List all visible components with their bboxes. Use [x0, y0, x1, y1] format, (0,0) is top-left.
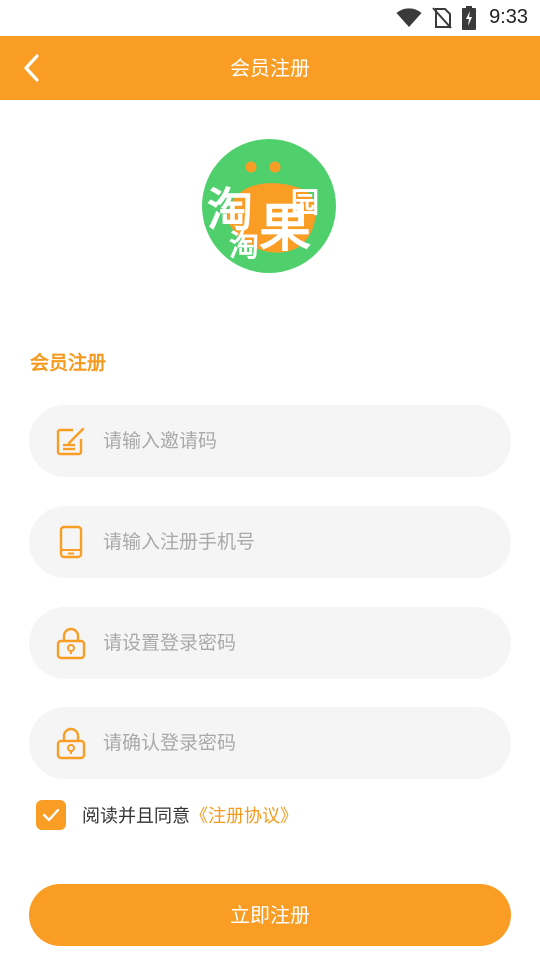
- password-input[interactable]: [103, 632, 483, 654]
- status-bar: 9:33: [0, 0, 540, 36]
- chevron-left-icon: [24, 54, 39, 82]
- battery-charging-icon: [462, 6, 476, 30]
- lock-icon: [51, 623, 91, 663]
- phone-input[interactable]: [103, 531, 483, 553]
- invite-code-input[interactable]: [103, 430, 483, 452]
- lock-icon: [51, 723, 91, 763]
- phone-icon: [51, 522, 91, 562]
- invite-code-field[interactable]: [29, 405, 511, 477]
- agree-text: 阅读并且同意: [82, 806, 190, 827]
- page-title: 会员注册: [230, 56, 310, 80]
- phone-field[interactable]: [29, 506, 511, 578]
- status-time: 9:33: [489, 6, 528, 28]
- password-field[interactable]: [29, 607, 511, 679]
- logo-char-yuan: 园: [291, 186, 319, 219]
- confirm-password-field[interactable]: [29, 707, 511, 779]
- agree-checkbox[interactable]: [36, 800, 66, 830]
- confirm-password-input[interactable]: [103, 732, 483, 754]
- agreement-link[interactable]: 《注册协议》: [190, 802, 298, 828]
- app-logo: 淘 淘 果 园: [201, 138, 337, 274]
- check-icon: [42, 808, 60, 822]
- status-icons: [396, 6, 476, 30]
- no-sim-icon: [432, 7, 452, 29]
- wifi-icon: [396, 8, 422, 27]
- section-title: 会员注册: [30, 352, 107, 374]
- agreement-row: 阅读并且同意 《注册协议》: [36, 800, 298, 830]
- app-bar: 会员注册: [0, 36, 540, 100]
- edit-note-icon: [51, 421, 91, 461]
- back-button[interactable]: [14, 50, 50, 86]
- register-button[interactable]: 立即注册: [29, 884, 511, 946]
- logo-char-tao-small: 淘: [229, 229, 259, 264]
